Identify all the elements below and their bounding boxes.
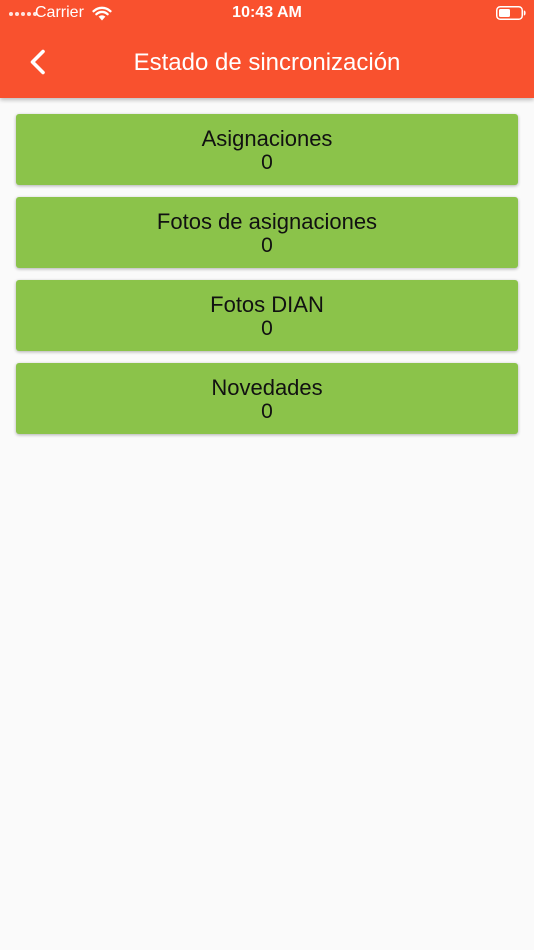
page-title: Estado de sincronización [133, 49, 401, 76]
status-bar: Carrier 10:43 AM [0, 0, 534, 28]
sync-card-label: Fotos de asignaciones [156, 209, 378, 234]
sync-card-fotos-asignaciones[interactable]: Fotos de asignaciones 0 [16, 197, 518, 268]
status-time: 10:43 AM [232, 4, 302, 21]
sync-card-asignaciones[interactable]: Asignaciones 0 [16, 114, 518, 185]
navigation-bar: Estado de sincronización [0, 28, 534, 98]
sync-card-count: 0 [261, 317, 273, 340]
sync-card-label: Fotos DIAN [210, 292, 324, 317]
battery-icon [496, 6, 526, 20]
sync-card-label: Novedades [211, 375, 323, 400]
sync-status-list: Asignaciones 0 Fotos de asignaciones 0 F… [16, 114, 518, 446]
sync-card-count: 0 [261, 151, 273, 174]
sync-card-label: Asignaciones [201, 126, 333, 151]
sync-card-fotos-dian[interactable]: Fotos DIAN 0 [16, 280, 518, 351]
sync-card-novedades[interactable]: Novedades 0 [16, 363, 518, 434]
sync-card-count: 0 [261, 234, 273, 257]
app-header: Carrier 10:43 AM Estado de sincronizació… [0, 0, 534, 98]
sync-card-count: 0 [261, 400, 273, 423]
